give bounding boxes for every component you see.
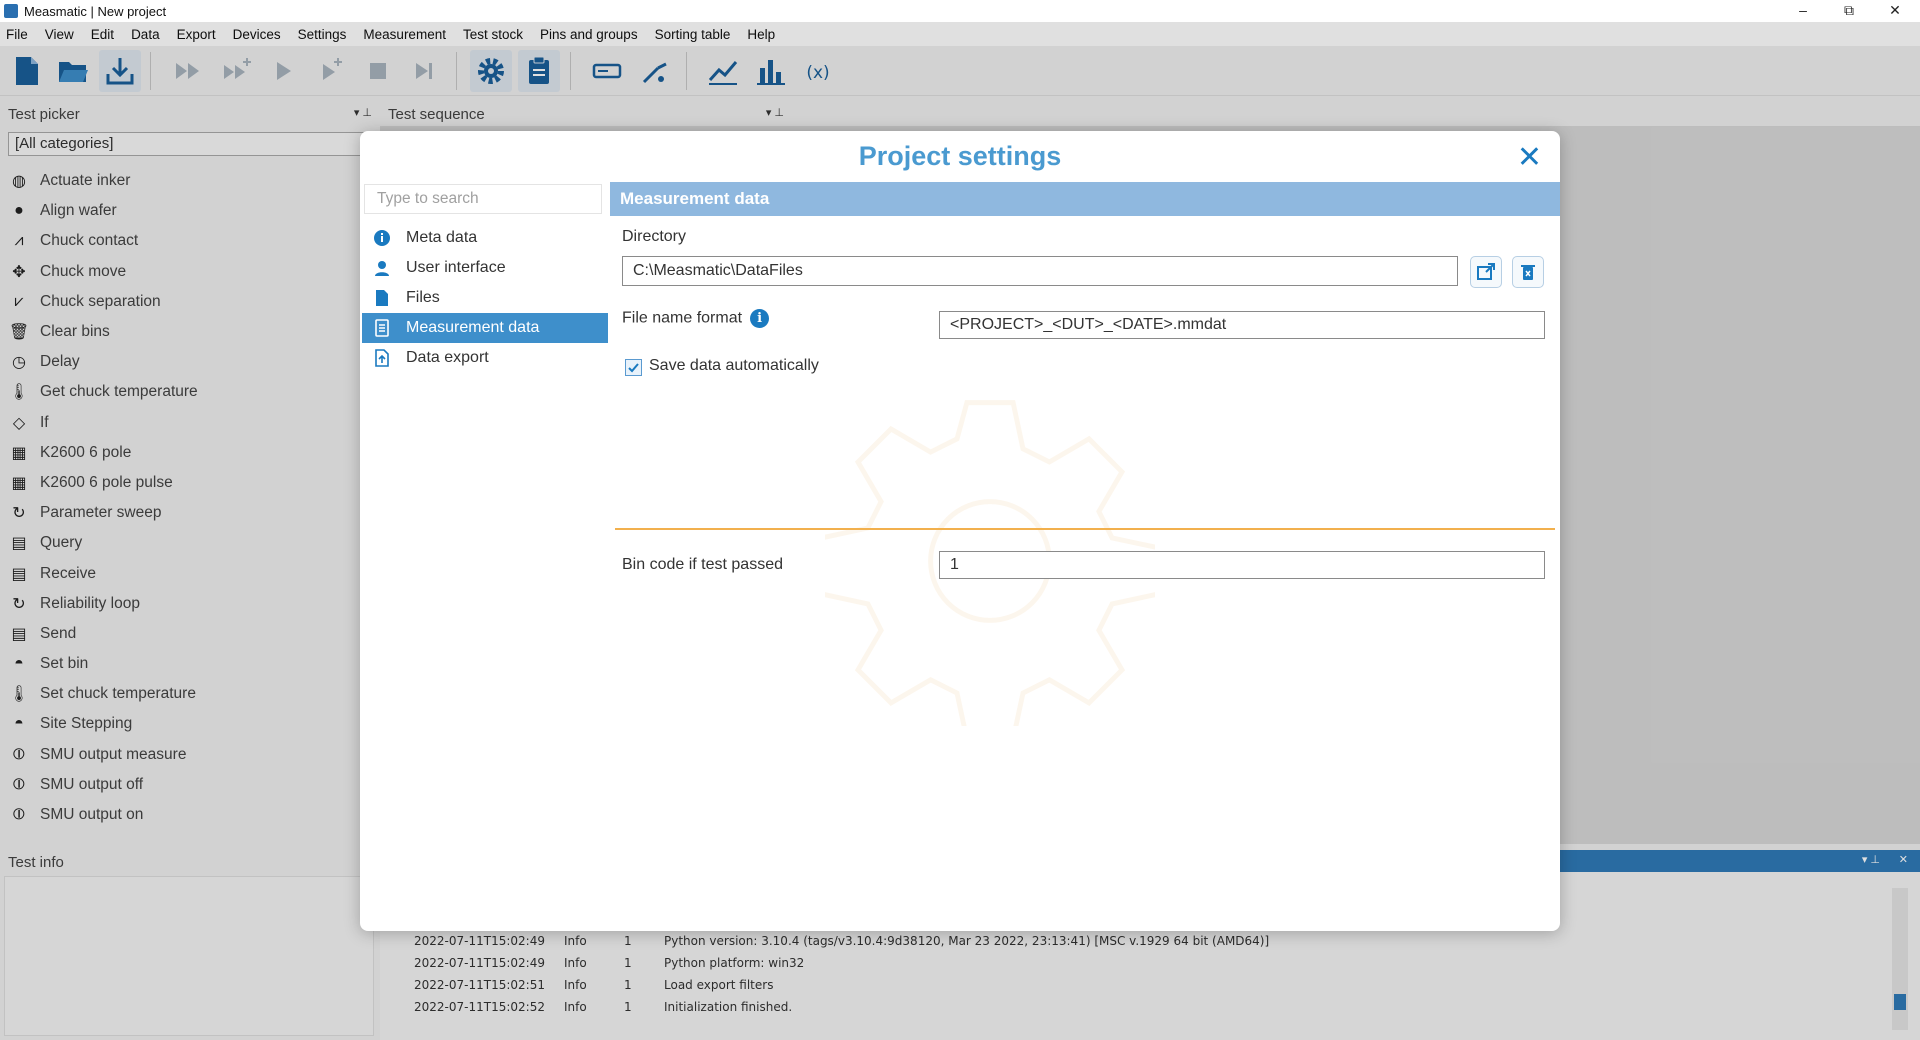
info-icon	[372, 228, 392, 248]
checkmark-icon	[628, 363, 639, 373]
settings-nav-item[interactable]: User interface	[362, 253, 608, 283]
bin-code-field[interactable]: 1	[939, 551, 1545, 579]
export-icon	[372, 348, 392, 368]
settings-nav-label: Files	[406, 289, 440, 306]
filename-format-label: File name format i	[622, 309, 770, 328]
settings-content: Directory C:\Measmatic\DataFiles File na…	[610, 216, 1560, 931]
info-icon[interactable]: i	[750, 309, 770, 328]
settings-nav-item[interactable]: Meta data	[362, 223, 608, 253]
settings-nav: Meta data User interface Files Measurement …	[362, 223, 608, 373]
close-window-button[interactable]: ✕	[1872, 0, 1918, 22]
browse-folder-button[interactable]	[1470, 256, 1502, 288]
settings-nav-label: User interface	[406, 259, 506, 276]
filename-format-field[interactable]: <PROJECT>_<DUT>_<DATE>.mmdat	[939, 311, 1545, 339]
clear-directory-button[interactable]	[1512, 256, 1544, 288]
file-icon	[372, 288, 392, 308]
settings-nav-label: Data export	[406, 349, 489, 366]
open-external-icon	[1477, 263, 1495, 280]
save-automatically-label: Save data automatically	[649, 357, 819, 374]
section-divider	[615, 528, 1555, 530]
section-title: Measurement data	[610, 182, 1560, 216]
settings-nav-label: Meta data	[406, 229, 478, 246]
window-title: Measmatic | New project	[24, 3, 167, 19]
bin-code-label: Bin code if test passed	[622, 556, 783, 573]
trash-icon	[1521, 265, 1535, 280]
project-settings-dialog: Project settings ✕ Meta data User interfa…	[360, 131, 1560, 931]
settings-nav-label: Measurement data	[406, 319, 540, 336]
settings-nav-item[interactable]: Data export	[362, 343, 608, 373]
document-list-icon	[372, 318, 392, 338]
settings-nav-item[interactable]: Files	[362, 283, 608, 313]
directory-label: Directory	[622, 228, 687, 245]
dialog-title: Project settings	[858, 141, 1062, 171]
title-bar: Measmatic | New project – ⧉ ✕	[0, 0, 1920, 22]
restore-button[interactable]: ⧉	[1826, 0, 1872, 22]
minimize-button[interactable]: –	[1780, 0, 1826, 22]
directory-field[interactable]: C:\Measmatic\DataFiles	[622, 256, 1458, 286]
app-logo-icon	[4, 4, 18, 18]
settings-nav-item[interactable]: Measurement data	[362, 313, 608, 343]
user-icon	[372, 258, 392, 278]
filename-format-text: File name format	[622, 309, 743, 327]
save-automatically-checkbox[interactable]	[625, 359, 642, 376]
settings-search-input[interactable]	[364, 184, 602, 214]
close-icon[interactable]: ✕	[1517, 143, 1542, 173]
